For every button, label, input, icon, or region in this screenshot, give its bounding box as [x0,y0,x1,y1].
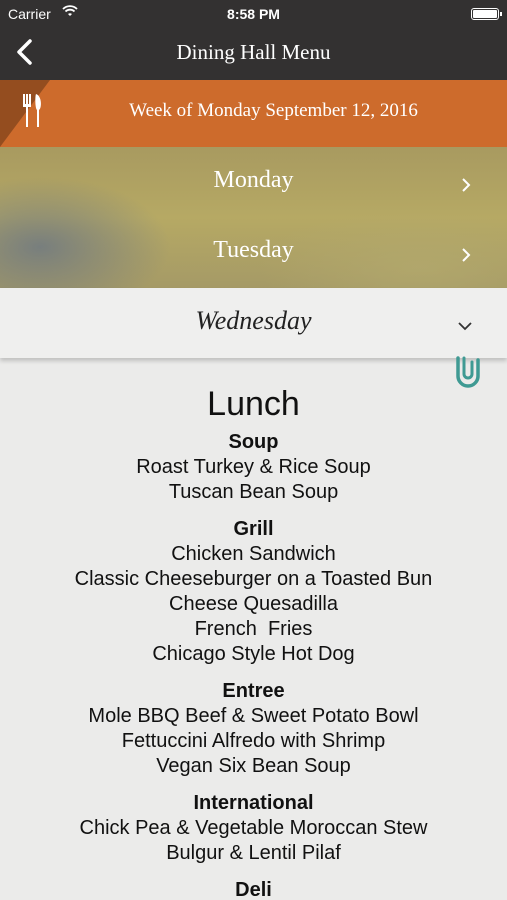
menu-section-international: International Chick Pea & Vegetable Moro… [0,791,507,866]
battery-icon [471,8,502,20]
menu-category: International [193,792,314,814]
chevron-down-icon [457,318,473,336]
menu-section-soup: Soup Roast Turkey & Rice Soup Tuscan Bea… [0,430,507,505]
menu-item: Mole BBQ Beef & Sweet Potato Bowl [88,705,419,727]
status-time: 8:58 PM [227,6,280,22]
day-row-wednesday[interactable]: Wednesday [0,288,507,358]
day-label: Monday [213,167,294,193]
menu-item: Tuscan Bean Soup [168,481,339,503]
menu-item: French Fries [194,618,313,640]
menu-item: Bulgur & Lentil Pilaf [166,842,341,864]
status-bar: Carrier 8:58 PM [0,0,507,28]
menu-item: Cheese Quesadilla [169,593,338,615]
selected-day-label: Wednesday [195,306,312,335]
menu-category: Deli [235,879,272,900]
menu-category: Grill [233,518,274,540]
chevron-right-icon [461,173,471,200]
menu-section-entree: Entree Mole BBQ Beef & Sweet Potato Bowl… [0,679,507,779]
menu-item: Classic Cheeseburger on a Toasted Bun [74,568,433,590]
day-label: Tuesday [213,237,294,263]
chevron-right-icon [461,243,471,270]
menu-section-deli: Deli [0,878,507,900]
menu-item: Chick Pea & Vegetable Moroccan Stew [79,817,428,839]
meal-title: Lunch [207,385,300,423]
day-row-tuesday[interactable]: Tuesday [0,217,507,287]
menu-item: Roast Turkey & Rice Soup [136,456,371,478]
week-label: Week of Monday September 12, 2016 [129,100,418,121]
menu-item: Vegan Six Bean Soup [156,755,351,777]
top-bar: Carrier 8:58 PM Dining Hall Menu [0,0,507,80]
page-title: Dining Hall Menu [176,40,331,64]
menu-category: Soup [228,431,279,453]
menu-item: Chicago Style Hot Dog [152,643,355,665]
menu-item: Chicken Sandwich [171,543,336,565]
day-row-monday[interactable]: Monday [0,147,507,217]
menu-item: Fettuccini Alfredo with Shrimp [121,730,386,752]
menu-content: Lunch Soup Roast Turkey & Rice Soup Tusc… [0,380,507,900]
menu-category: Entree [222,680,285,702]
week-banner: Week of Monday September 12, 2016 [0,80,507,147]
menu-section-grill: Grill Chicken Sandwich Classic Cheesebur… [0,517,507,667]
